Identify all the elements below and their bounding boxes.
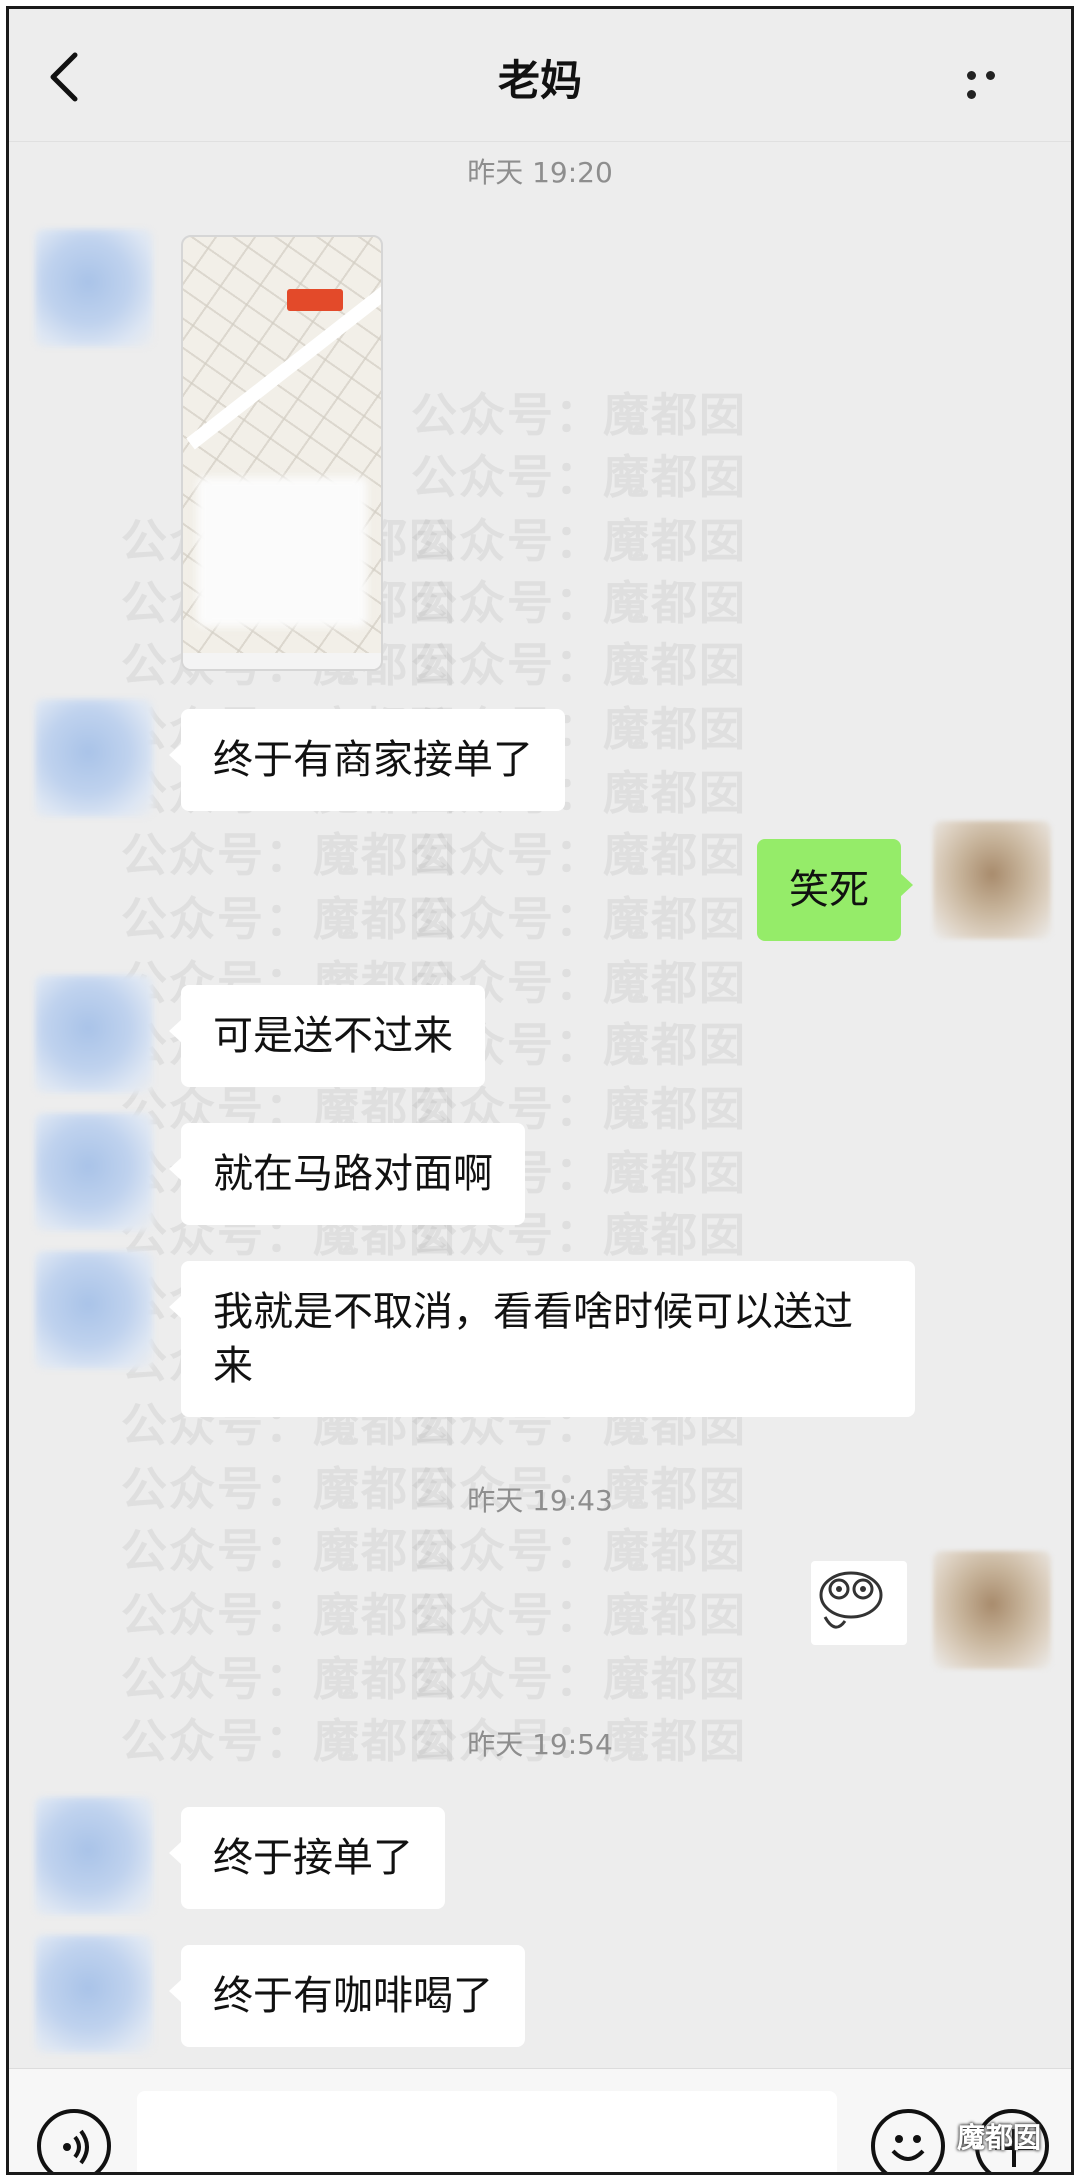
watermark-text: 公众号：魔都囡 [411,892,747,946]
watermark-text: 公众号：魔都囡 [411,1588,747,1642]
avatar[interactable] [35,699,153,817]
watermark-text: 公众号：魔都囡 [121,828,457,882]
avatar[interactable] [35,1251,153,1369]
watermark-text: 公众号：魔都囡 [411,514,747,568]
avatar[interactable] [933,821,1051,939]
emoji-icon [891,2135,925,2161]
sticker-message[interactable] [811,1561,907,1645]
watermark-text: 公众号：魔都囡 [411,450,747,504]
avatar[interactable] [35,1113,153,1231]
chat-window: 公众号：魔都囡 公众号：魔都囡 公众号：魔都囡 公众号：魔都囡 公众号：魔都囡 … [6,6,1074,2175]
avatar[interactable] [35,229,153,347]
message-bubble-sent[interactable]: 笑死 [757,839,913,941]
avatar[interactable] [35,975,153,1093]
message-bubble[interactable]: 终于有商家接单了 [169,709,565,811]
voice-button[interactable] [37,2109,111,2172]
timestamp: 昨天 19:43 [467,1484,613,1517]
map-image-message[interactable] [181,235,383,671]
more-button[interactable] [967,65,1023,99]
watermark-text: 公众号：魔都囡 [411,638,747,692]
message-bubble[interactable]: 就在马路对面啊 [169,1123,525,1225]
more-dots-icon [967,71,976,80]
message-bubble[interactable]: 可是送不过来 [169,985,485,1087]
watermark-text: 公众号：魔都囡 [411,388,747,442]
sticker-face-icon [819,1571,883,1629]
message-bubble[interactable]: 终于有咖啡喝了 [169,1945,525,2047]
watermark-text: 公众号：魔都囡 [411,576,747,630]
watermark-text: 公众号：魔都囡 [121,1524,457,1578]
emoji-button[interactable] [871,2109,945,2172]
input-bar: 魔都囡 [9,2068,1071,2172]
timestamp: 昨天 19:54 [467,1728,613,1761]
avatar[interactable] [35,1797,153,1915]
watermark-text: 公众号：魔都囡 [411,1652,747,1706]
watermark-text: 公众号：魔都囡 [121,892,457,946]
message-bubble[interactable]: 终于接单了 [169,1807,445,1909]
chat-title: 老妈 [497,56,582,105]
message-bubble[interactable]: 我就是不取消，看看啥时候可以送过来 [169,1261,915,1417]
timestamp: 昨天 19:20 [467,156,613,189]
avatar[interactable] [933,1551,1051,1669]
message-input[interactable] [137,2091,837,2172]
watermark-text: 公众号：魔都囡 [121,1652,457,1706]
watermark-text: 公众号：魔都囡 [411,1524,747,1578]
watermark-text: 公众号：魔都囡 [411,828,747,882]
watermark-text: 公众号：魔都囡 [121,1588,457,1642]
chat-header: 老妈 [9,9,1071,142]
map-marker-badge [287,289,343,311]
corner-watermark: 魔都囡 [956,2121,1041,2154]
voice-icon [63,2129,89,2165]
avatar[interactable] [35,1935,153,2053]
